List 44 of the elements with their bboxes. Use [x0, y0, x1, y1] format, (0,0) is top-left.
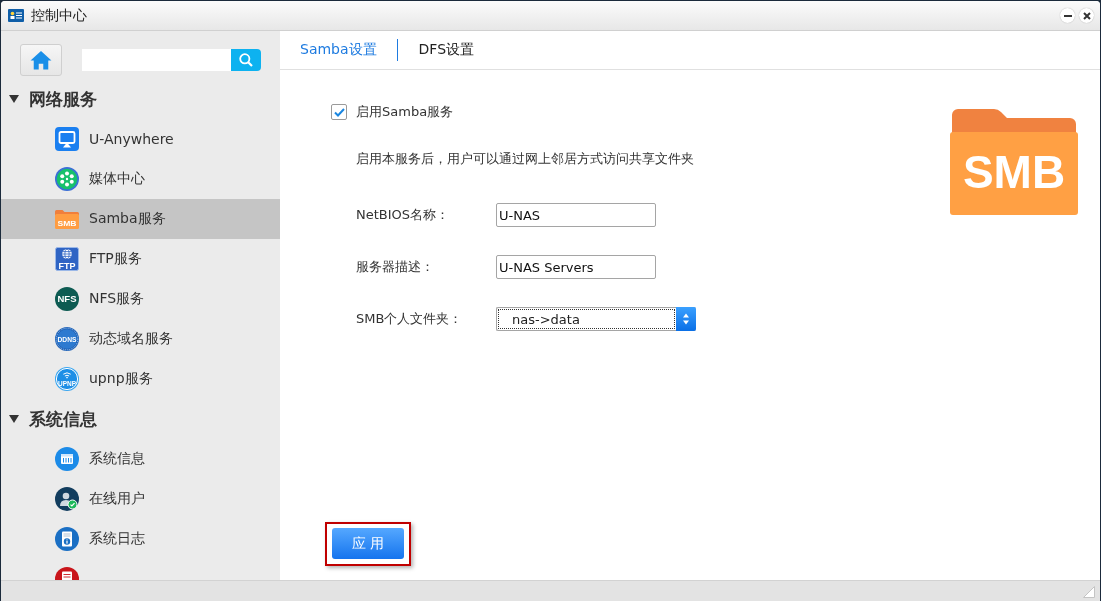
screen-icon [55, 127, 79, 151]
sidebar-item[interactable]: NFS NFS服务 [1, 279, 280, 319]
sidebar-item[interactable]: 媒体中心 [1, 159, 280, 199]
sidebar-item[interactable]: 系统信息 [1, 439, 280, 479]
server-icon [55, 447, 79, 471]
sidebar-item[interactable]: UPNP upnp服务 [1, 359, 280, 399]
minimize-button[interactable] [1060, 8, 1075, 23]
search-field[interactable] [82, 49, 231, 71]
checkbox-label: 启用Samba服务 [356, 103, 454, 121]
field-label: SMB个人文件夹： [356, 310, 464, 328]
field-label: NetBIOS名称： [356, 206, 451, 224]
info-document-icon [55, 527, 79, 551]
checkbox[interactable] [331, 104, 347, 120]
resize-grip-icon [1083, 586, 1095, 598]
checkmark-icon [333, 107, 345, 117]
spinner-icon [676, 307, 696, 331]
field-label: 服务器描述： [356, 258, 435, 276]
sidebar-item[interactable]: 系统日志 [1, 519, 280, 559]
window-title: 控制中心 [31, 6, 87, 25]
id-card-icon [8, 9, 24, 22]
sidebar-item[interactable]: FTP FTP服务 [1, 239, 280, 279]
section-header[interactable]: 网络服务 [1, 84, 280, 114]
search-icon [239, 53, 253, 67]
text-field[interactable]: U-NAS [496, 203, 656, 227]
search-button[interactable] [231, 49, 261, 71]
user-check-icon [55, 487, 79, 511]
sidebar-item[interactable]: SMB Samba服务 [1, 199, 280, 239]
dropdown[interactable]: nas->data [496, 307, 696, 331]
text-field[interactable]: U-NAS Servers [496, 255, 656, 279]
minus-icon [1063, 14, 1072, 17]
sidebar-item[interactable]: U-Anywhere [1, 119, 280, 159]
close-icon [1082, 11, 1091, 20]
description-text: 启用本服务后，用户可以通过网上邻居方式访问共享文件夹 [356, 151, 695, 167]
tab[interactable]: DFS设置 [418, 41, 475, 59]
sidebar-item[interactable]: 在线用户 [1, 479, 280, 519]
ftp-globe-icon: FTP [55, 247, 79, 271]
upnp-disc-icon: UPNP [55, 367, 79, 391]
film-reel-icon [55, 167, 79, 191]
home-icon [30, 50, 52, 70]
tab[interactable]: Samba设置 [300, 41, 377, 59]
section-header[interactable]: 系统信息 [1, 404, 280, 434]
home-button[interactable] [20, 44, 62, 76]
nfs-disc-icon: NFS [55, 287, 79, 311]
close-button[interactable] [1079, 8, 1094, 23]
